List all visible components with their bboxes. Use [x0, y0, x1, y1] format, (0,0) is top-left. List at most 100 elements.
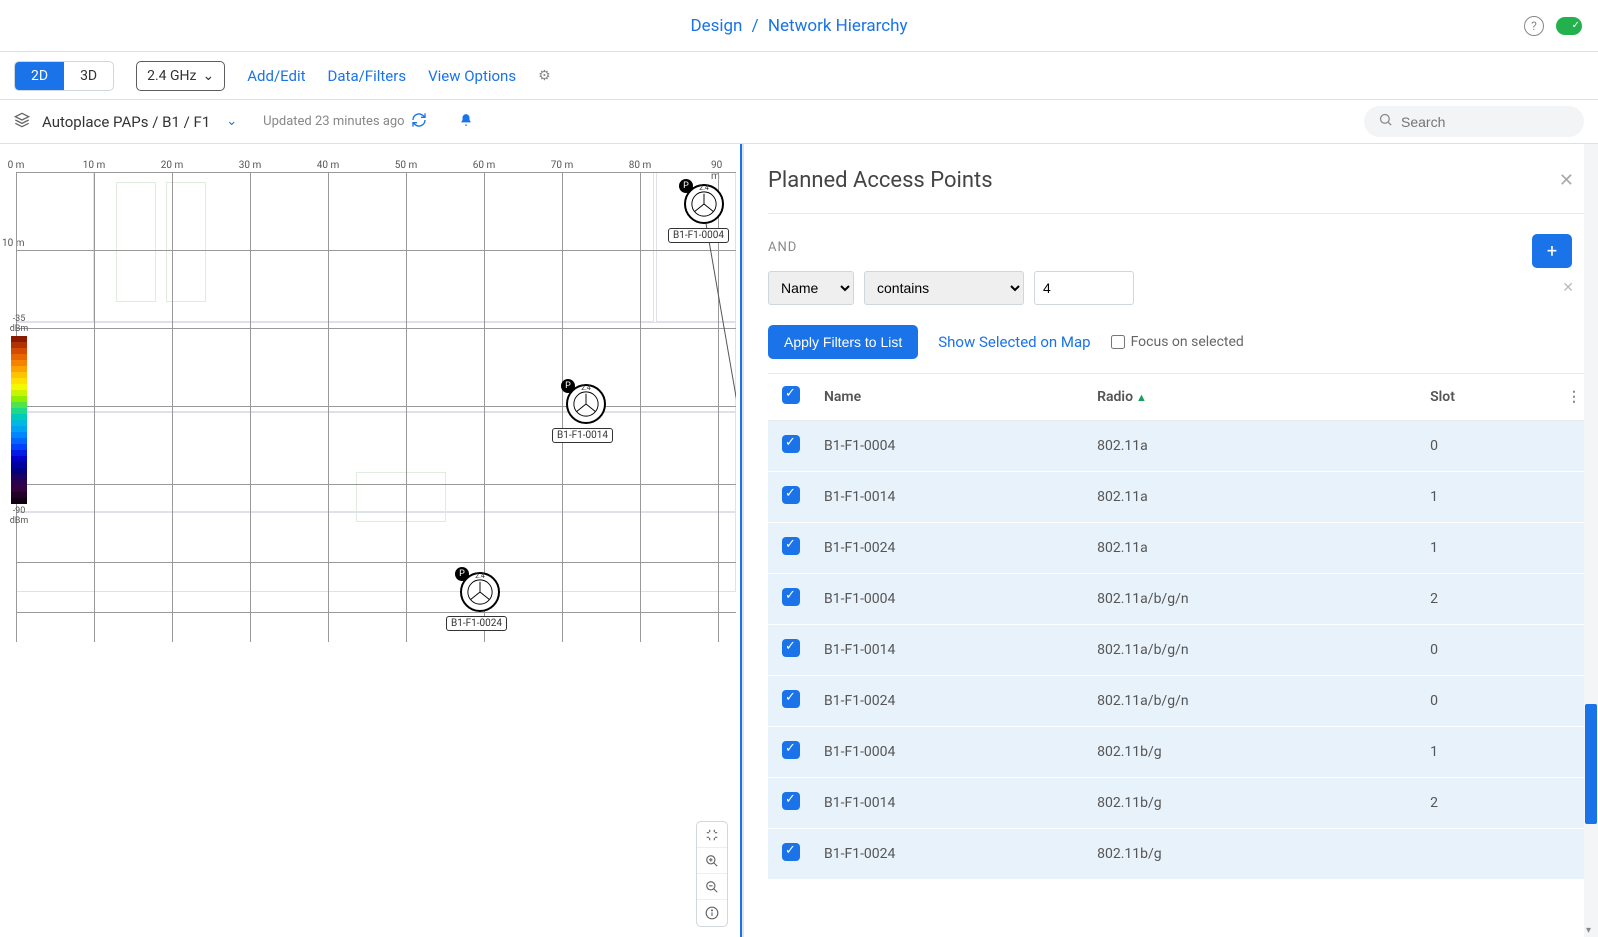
- cell-radio: 802.11a/b/g/n: [1087, 574, 1420, 625]
- table-row[interactable]: B1-F1-0014 802.11a 1: [768, 472, 1594, 523]
- cell-name: B1-F1-0014: [814, 472, 1087, 523]
- remove-filter-icon[interactable]: ✕: [1562, 280, 1574, 296]
- view-3d-button[interactable]: 3D: [64, 62, 113, 90]
- row-checkbox[interactable]: [782, 435, 800, 453]
- ap-marker-0024[interactable]: P 2.4: [460, 572, 500, 612]
- row-checkbox[interactable]: [782, 792, 800, 810]
- table-row[interactable]: B1-F1-0024 802.11b/g: [768, 829, 1594, 880]
- gear-icon[interactable]: ⚙: [538, 68, 551, 84]
- cell-radio: 802.11a: [1087, 472, 1420, 523]
- table-row[interactable]: B1-F1-0024 802.11a/b/g/n 0: [768, 676, 1594, 727]
- col-name[interactable]: Name: [814, 374, 1087, 421]
- row-checkbox[interactable]: [782, 486, 800, 504]
- floor-canvas[interactable]: P 2.4 B1-F1-0004 P 2.4 B1-F1-0014 P 2.4 …: [16, 172, 736, 642]
- chevron-down-icon: ⌄: [203, 68, 215, 84]
- view-options-link[interactable]: View Options: [428, 67, 516, 85]
- ap-label-0004: B1-F1-0004: [668, 228, 729, 243]
- row-checkbox[interactable]: [782, 537, 800, 555]
- table-row[interactable]: B1-F1-0004 802.11a/b/g/n 2: [768, 574, 1594, 625]
- view-2d-button[interactable]: 2D: [15, 62, 64, 90]
- aps-table: Name Radio▲ Slot ⋮ B1-F1-0004 802.11a 0 …: [768, 374, 1594, 880]
- floor-dropdown-icon[interactable]: ⌄: [226, 114, 237, 129]
- planned-aps-panel: Planned Access Points ✕ AND Name contain…: [744, 144, 1598, 937]
- table-row[interactable]: B1-F1-0014 802.11a/b/g/n 0: [768, 625, 1594, 676]
- close-icon[interactable]: ✕: [1559, 170, 1574, 191]
- search-box[interactable]: [1364, 106, 1584, 137]
- cell-radio: 802.11a: [1087, 523, 1420, 574]
- panel-header: Planned Access Points ✕: [768, 144, 1594, 214]
- breadcrumb-network-hierarchy[interactable]: Network Hierarchy: [768, 16, 908, 36]
- cell-name: B1-F1-0004: [814, 574, 1087, 625]
- toolbar: 2D 3D 2.4 GHz ⌄ Add/Edit Data/Filters Vi…: [0, 52, 1598, 100]
- cell-radio: 802.11b/g: [1087, 829, 1420, 880]
- check-icon: ✓: [1572, 20, 1580, 31]
- row-checkbox[interactable]: [782, 843, 800, 861]
- filter-value-input[interactable]: [1034, 271, 1134, 305]
- view-toggle: 2D 3D: [14, 61, 114, 91]
- sort-asc-icon: ▲: [1136, 391, 1147, 404]
- and-label: AND: [768, 240, 1574, 255]
- bell-icon[interactable]: [459, 113, 473, 131]
- cell-radio: 802.11a/b/g/n: [1087, 676, 1420, 727]
- legend-top-label: -35 dBm: [6, 314, 32, 334]
- heatmap-legend: -35 dBm -90 dBm: [6, 314, 32, 526]
- focus-checkbox-label[interactable]: Focus on selected: [1111, 334, 1244, 350]
- legend-bottom-label: -90 dBm: [6, 506, 32, 526]
- panel-scrollbar[interactable]: ▾: [1584, 144, 1598, 937]
- col-slot[interactable]: Slot: [1420, 374, 1554, 421]
- floorplan-bg: [16, 172, 736, 642]
- cell-slot: 2: [1420, 574, 1554, 625]
- cell-radio: 802.11b/g: [1087, 727, 1420, 778]
- cell-radio: 802.11a/b/g/n: [1087, 625, 1420, 676]
- table-row[interactable]: B1-F1-0014 802.11b/g 2: [768, 778, 1594, 829]
- top-bar: Design / Network Hierarchy ? ✓: [0, 0, 1598, 52]
- table-wrap: Name Radio▲ Slot ⋮ B1-F1-0004 802.11a 0 …: [768, 373, 1594, 937]
- band-selector[interactable]: 2.4 GHz ⌄: [136, 61, 225, 91]
- help-icon[interactable]: ?: [1524, 16, 1544, 36]
- breadcrumb-design[interactable]: Design: [690, 16, 742, 36]
- filter-actions: Apply Filters to List Show Selected on M…: [768, 317, 1594, 373]
- cell-slot: 1: [1420, 523, 1554, 574]
- cell-name: B1-F1-0014: [814, 778, 1087, 829]
- scroll-down-icon[interactable]: ▾: [1586, 925, 1596, 935]
- layers-icon[interactable]: [14, 112, 30, 132]
- cell-radio: 802.11a: [1087, 421, 1420, 472]
- data-filters-link[interactable]: Data/Filters: [328, 67, 407, 85]
- scroll-thumb[interactable]: [1585, 704, 1597, 824]
- add-edit-link[interactable]: Add/Edit: [247, 67, 305, 85]
- show-selected-link[interactable]: Show Selected on Map: [938, 333, 1090, 351]
- cell-radio: 802.11b/g: [1087, 778, 1420, 829]
- fit-icon[interactable]: [697, 822, 727, 848]
- ap-marker-0004[interactable]: P 2.4: [684, 184, 724, 224]
- ap-marker-0014[interactable]: P 2.4: [566, 384, 606, 424]
- add-filter-button[interactable]: +: [1532, 234, 1572, 268]
- table-row[interactable]: B1-F1-0004 802.11a 0: [768, 421, 1594, 472]
- cell-name: B1-F1-0004: [814, 727, 1087, 778]
- search-icon: [1378, 112, 1393, 131]
- search-input[interactable]: [1401, 114, 1582, 130]
- zoom-in-icon[interactable]: [697, 848, 727, 874]
- select-all-checkbox[interactable]: [782, 386, 800, 404]
- table-row[interactable]: B1-F1-0024 802.11a 1: [768, 523, 1594, 574]
- map-pane[interactable]: 0 m 10 m 20 m 30 m 40 m 50 m 60 m 70 m 8…: [0, 144, 740, 937]
- planned-badge-icon: P: [679, 179, 693, 193]
- filter-condition-select[interactable]: contains: [864, 271, 1024, 305]
- status-badge[interactable]: ✓: [1556, 17, 1582, 35]
- refresh-icon[interactable]: [411, 112, 427, 132]
- filter-field-select[interactable]: Name: [768, 271, 854, 305]
- row-checkbox[interactable]: [782, 588, 800, 606]
- cell-slot: 0: [1420, 421, 1554, 472]
- info-icon[interactable]: [697, 900, 727, 926]
- breadcrumb: Design / Network Hierarchy: [690, 16, 907, 36]
- row-checkbox[interactable]: [782, 690, 800, 708]
- main: 0 m 10 m 20 m 30 m 40 m 50 m 60 m 70 m 8…: [0, 144, 1598, 937]
- row-checkbox[interactable]: [782, 741, 800, 759]
- row-checkbox[interactable]: [782, 639, 800, 657]
- col-radio[interactable]: Radio▲: [1087, 374, 1420, 421]
- planned-badge-icon: P: [455, 567, 469, 581]
- focus-checkbox[interactable]: [1111, 335, 1125, 349]
- apply-filters-button[interactable]: Apply Filters to List: [768, 325, 918, 359]
- table-row[interactable]: B1-F1-0004 802.11b/g 1: [768, 727, 1594, 778]
- zoom-out-icon[interactable]: [697, 874, 727, 900]
- breadcrumb-sep: /: [752, 16, 759, 36]
